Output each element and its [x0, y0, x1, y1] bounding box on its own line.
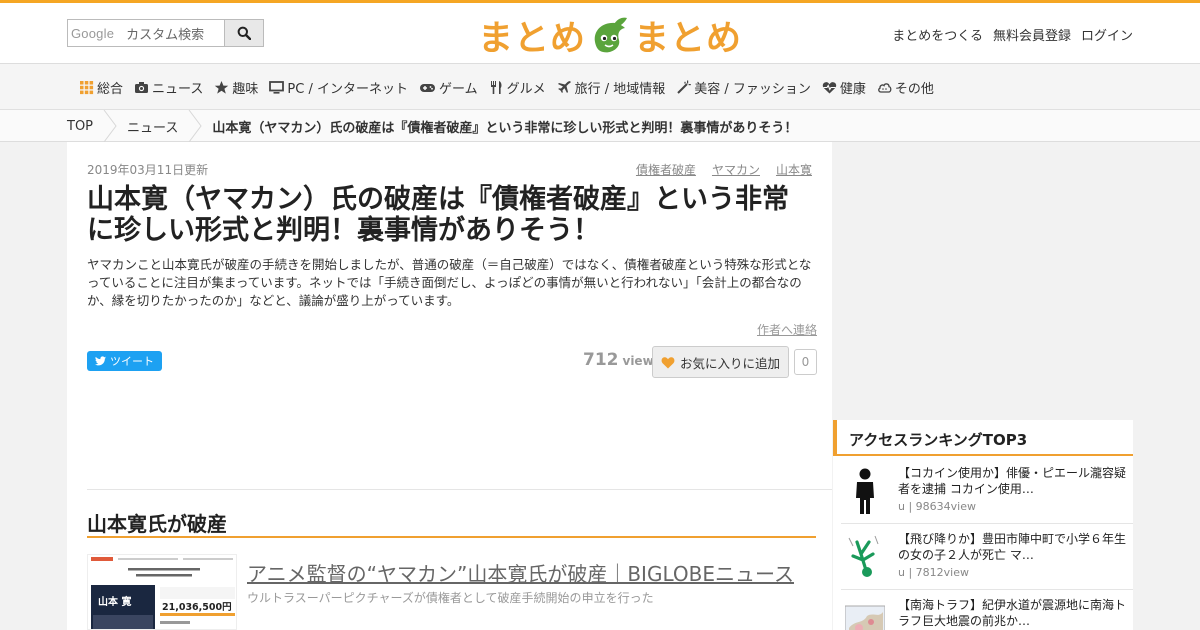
link-description: ウルトラスーパーピクチャーズが債権者として破産手続開始の申立を行った: [247, 591, 654, 605]
ranking-heading: アクセスランキングTOP3: [833, 420, 1133, 456]
nav-item-other[interactable]: その他: [877, 78, 934, 97]
nav-item-health[interactable]: 健康: [822, 78, 866, 97]
ranking-title[interactable]: 【飛び降りか】豊田市陣中町で小学６年生の女の子２人が死亡 マ…: [898, 531, 1128, 563]
twitter-bird-icon: [95, 356, 106, 366]
access-ranking: アクセスランキングTOP3 【コカイン使用か】俳優・ピエール瀧容疑者を逮捕 コカ…: [833, 420, 1133, 630]
header-links: まとめをつくる 無料会員登録 ログイン: [892, 25, 1133, 44]
ranking-title[interactable]: 【コカイン使用か】俳優・ピエール瀧容疑者を逮捕 コカイン使用…: [898, 465, 1128, 497]
tweet-button[interactable]: ツイート: [87, 351, 162, 371]
cloud-icon: [878, 83, 892, 93]
camera-icon: [135, 82, 149, 93]
divider: [87, 489, 832, 490]
thumbnail-amount: 21,036,500円: [162, 602, 232, 613]
logo-text-left: まとめ: [478, 18, 587, 59]
link-thumbnail[interactable]: 山本 寛 21,036,500円: [87, 554, 237, 630]
tag-list: 債権者破産 ヤマカン 山本寛: [636, 161, 812, 178]
site-logo[interactable]: まとめ まとめ: [478, 13, 742, 59]
create-matome-link[interactable]: まとめをつくる: [892, 25, 983, 44]
article-description: ヤマカンこと山本寛氏が破産の手続きを開始しましたが、普通の破産（＝自己破産）では…: [87, 257, 812, 308]
tag-link[interactable]: ヤマカン: [712, 161, 760, 178]
google-logo: Google: [71, 25, 115, 41]
tag-link[interactable]: 山本寛: [776, 161, 812, 178]
breadcrumb-top[interactable]: TOP: [67, 119, 93, 134]
view-count-label: view: [622, 354, 654, 368]
thumbnail-name: 山本 寛: [98, 597, 132, 608]
wand-icon: [677, 80, 692, 94]
gamepad-icon: [419, 84, 435, 92]
add-favorite-button[interactable]: お気に入りに追加: [652, 346, 789, 378]
nav-item-hobby[interactable]: 趣味: [214, 78, 258, 97]
ranking-item[interactable]: 【コカイン使用か】俳優・ピエール瀧容疑者を逮捕 コカイン使用… u | 9863…: [841, 458, 1133, 524]
breadcrumb-category[interactable]: ニュース: [127, 117, 178, 136]
article: 2019年03月11日更新 債権者破産 ヤマカン 山本寛 山本寛（ヤマカン）氏の…: [67, 142, 832, 630]
ranking-item[interactable]: 【南海トラフ】紀伊水道が震源地に南海トラフ巨大地震の前兆か…: [841, 590, 1133, 630]
grid-icon: [80, 81, 94, 95]
leaf-mascot-icon: [594, 17, 628, 53]
search-icon: [237, 26, 251, 40]
updated-date: 2019年03月11日更新: [87, 163, 209, 177]
nav-item-gourmet[interactable]: グルメ: [489, 78, 546, 97]
logo-text-right: まとめ: [634, 18, 743, 59]
link-title[interactable]: アニメ監督の“ヤマカン”山本寛氏が破産｜BIGLOBEニュース: [247, 558, 794, 587]
heartbeat-icon: [822, 82, 837, 94]
register-link[interactable]: 無料会員登録: [993, 25, 1071, 44]
nav-item-travel[interactable]: 旅行 / 地域情報: [557, 78, 665, 97]
star-icon: [215, 81, 229, 94]
section-heading: 山本寛氏が破産: [87, 508, 816, 538]
view-count-number: 712: [583, 350, 619, 370]
ranking-meta: u | 98634view: [898, 500, 976, 513]
tag-link[interactable]: 債権者破産: [636, 161, 696, 178]
cutlery-icon: [490, 81, 502, 94]
search-form: Google カスタム検索: [67, 19, 264, 47]
search-placeholder: カスタム検索: [126, 27, 205, 43]
monitor-icon: [269, 81, 285, 94]
ranking-title[interactable]: 【南海トラフ】紀伊水道が震源地に南海トラフ巨大地震の前兆か…: [898, 597, 1128, 629]
breadcrumb-separator-icon: [188, 110, 202, 142]
view-count: 712 view: [583, 350, 654, 370]
search-button[interactable]: [224, 19, 264, 47]
breadcrumb: TOP ニュース 山本寛（ヤマカン）氏の破産は『債権者破産』という非常に珍しい形…: [0, 110, 1200, 142]
map-thumbnail: [845, 605, 885, 630]
site-header: Google カスタム検索 まとめ まとめ まとめをつくる 無料会員登録 ログイ…: [0, 0, 1200, 64]
nav-item-general[interactable]: 総合: [79, 78, 123, 97]
category-nav: 総合 ニュース 趣味 PC / インターネット ゲーム グルメ 旅行 / 地域情…: [0, 64, 1200, 110]
heart-icon: [661, 356, 675, 368]
breadcrumb-current: 山本寛（ヤマカン）氏の破産は『債権者破産』という非常に珍しい形式と判明！裏事情が…: [212, 120, 798, 136]
nav-item-game[interactable]: ゲーム: [419, 78, 478, 97]
link-card[interactable]: 山本 寛 21,036,500円 アニメ監督の“ヤマカン”山本寛氏が破産｜BIG…: [87, 554, 816, 630]
ranking-meta: u | 7812view: [898, 566, 969, 579]
page-title: 山本寛（ヤマカン）氏の破産は『債権者破産』という非常に珍しい形式と判明！裏事情が…: [87, 184, 789, 246]
falling-figure-thumbnail: [848, 535, 879, 577]
plane-icon: [557, 81, 571, 93]
person-silhouette-thumbnail: [856, 468, 874, 514]
favorite-count: 0: [794, 349, 817, 375]
nav-item-pc-internet[interactable]: PC / インターネット: [269, 78, 408, 97]
nav-item-beauty-fashion[interactable]: 美容 / ファッション: [676, 78, 811, 97]
contact-author-link[interactable]: 作者へ連絡: [757, 321, 817, 338]
nav-item-news[interactable]: ニュース: [134, 78, 203, 97]
breadcrumb-separator-icon: [103, 110, 117, 142]
ranking-item[interactable]: 【飛び降りか】豊田市陣中町で小学６年生の女の子２人が死亡 マ… u | 7812…: [841, 524, 1133, 590]
search-input[interactable]: Google カスタム検索: [67, 19, 224, 47]
login-link[interactable]: ログイン: [1081, 25, 1133, 44]
